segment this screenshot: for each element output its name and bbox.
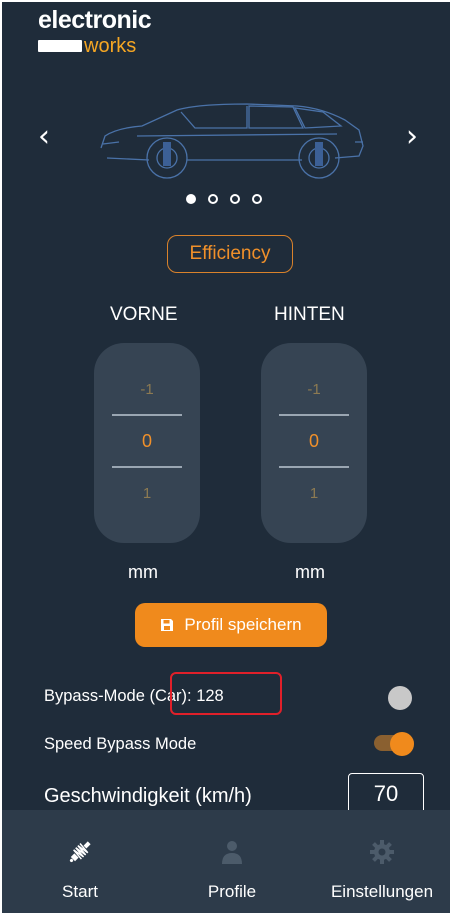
bypass-mode-toggle[interactable] xyxy=(374,686,414,710)
rear-unit: mm xyxy=(295,562,325,582)
carousel-dot-1[interactable] xyxy=(186,194,196,204)
speed-bypass-toggle[interactable] xyxy=(374,732,414,756)
front-picker-divider-bottom xyxy=(112,466,182,468)
carousel-indicator xyxy=(186,194,262,204)
speed-bypass-label: Speed Bypass Mode xyxy=(44,735,197,753)
car-image xyxy=(100,103,364,179)
carousel-dot-2[interactable] xyxy=(208,194,218,204)
brand-line1: electronic xyxy=(38,6,152,34)
speed-bypass-toggle-knob xyxy=(390,732,414,756)
bypass-mode-toggle-knob xyxy=(388,686,412,710)
save-profile-button[interactable]: Profil speichern xyxy=(135,603,327,647)
front-picker[interactable]: -1 0 1 xyxy=(94,343,200,543)
tab-start[interactable]: Start xyxy=(30,810,130,913)
annotation-highlight-box xyxy=(170,672,282,715)
speed-input[interactable]: 70 xyxy=(348,773,424,815)
tab-profile-label: Profile xyxy=(207,882,257,901)
carousel-dot-4[interactable] xyxy=(252,194,262,204)
speed-label: Geschwindigkeit (km/h) xyxy=(44,785,252,807)
gear-icon xyxy=(370,840,394,864)
tab-settings[interactable]: Einstellungen xyxy=(320,810,444,913)
brand-mark xyxy=(38,40,82,52)
save-profile-label: Profil speichern xyxy=(184,615,302,634)
tab-settings-label: Einstellungen xyxy=(330,882,434,901)
carousel-dot-3[interactable] xyxy=(230,194,240,204)
front-label: VORNE xyxy=(110,304,178,325)
front-picker-value[interactable]: 0 xyxy=(94,431,200,452)
rear-picker-below[interactable]: 1 xyxy=(261,485,367,502)
rear-picker-divider-top xyxy=(279,414,349,416)
floppy-disk-icon xyxy=(161,619,174,631)
chevron-left-icon[interactable]: ‹ xyxy=(38,122,50,152)
shock-absorber-icon xyxy=(69,841,91,863)
profile-badge: Efficiency xyxy=(167,235,293,273)
person-icon xyxy=(222,841,242,864)
rear-picker-above[interactable]: -1 xyxy=(261,381,367,398)
bottom-tab-bar: Start Profile Einstellungen xyxy=(2,810,450,913)
brand-logo: electronic works xyxy=(38,6,152,58)
front-picker-divider-top xyxy=(112,414,182,416)
front-unit: mm xyxy=(128,562,158,582)
app-screen: electronic works ‹ › Efficiency VORNE HI… xyxy=(2,2,450,913)
tab-profile[interactable]: Profile xyxy=(182,810,282,913)
front-picker-below[interactable]: 1 xyxy=(94,485,200,502)
chevron-right-icon[interactable]: › xyxy=(406,122,418,152)
brand-line2: works xyxy=(84,35,137,57)
rear-picker-divider-bottom xyxy=(279,466,349,468)
rear-label: HINTEN xyxy=(274,304,345,325)
rear-picker[interactable]: -1 0 1 xyxy=(261,343,367,543)
tab-start-label: Start xyxy=(62,882,98,901)
front-picker-above[interactable]: -1 xyxy=(94,381,200,398)
rear-picker-value[interactable]: 0 xyxy=(261,431,367,452)
